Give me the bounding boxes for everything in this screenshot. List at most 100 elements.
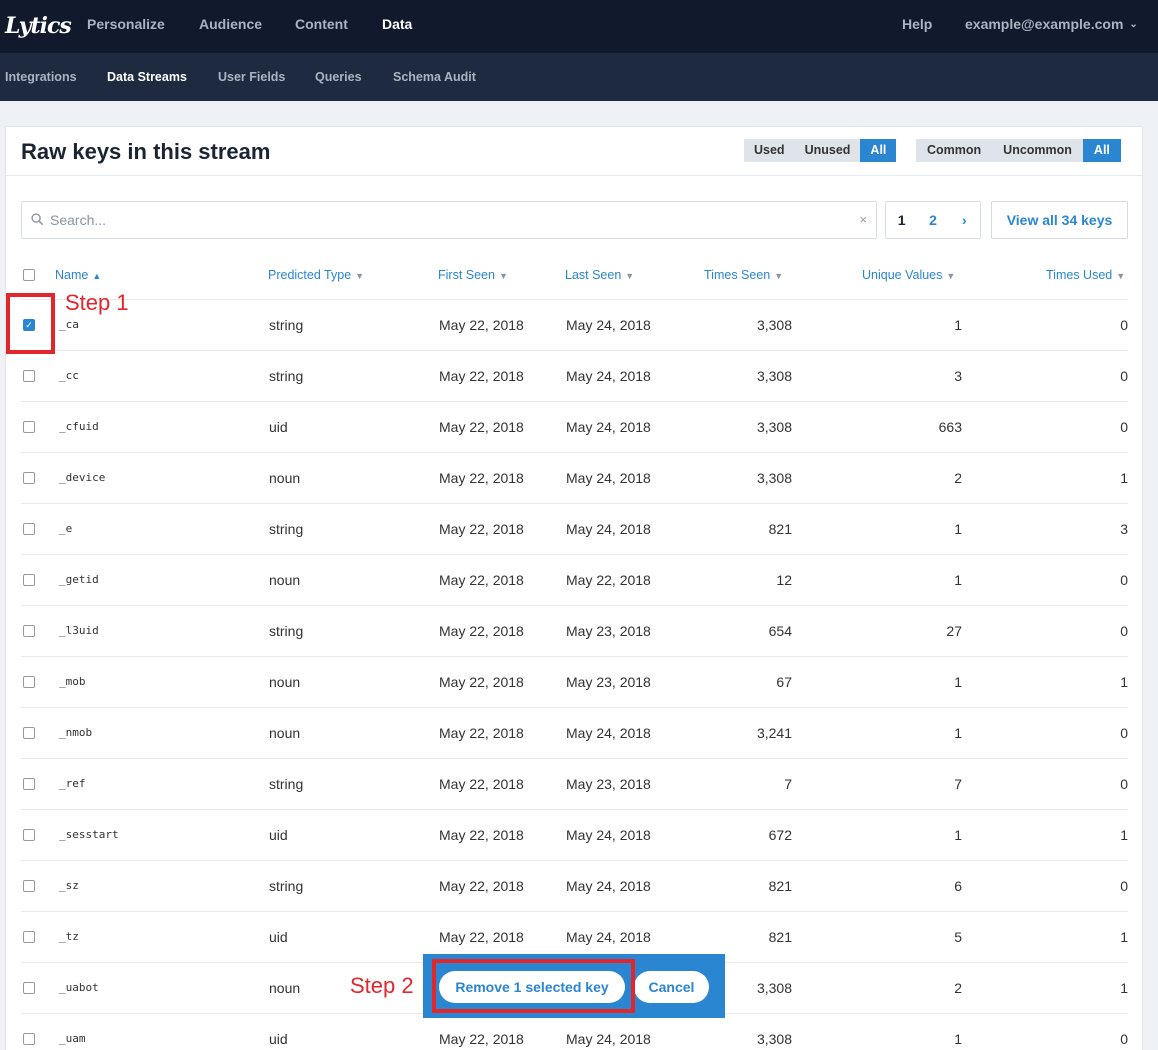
filter-uncommon-button[interactable]: Uncommon — [992, 139, 1083, 162]
col-unique-values[interactable]: Unique Values ▼ — [862, 268, 955, 282]
row-checkbox[interactable] — [23, 523, 35, 535]
row-type: noun — [269, 572, 301, 588]
row-times-used: 0 — [1120, 317, 1128, 333]
nav-audience[interactable]: Audience — [199, 0, 262, 53]
page-1-button[interactable]: 1 — [886, 202, 917, 238]
table-row[interactable]: _uam uid May 22, 2018 May 24, 2018 3,308 1 0 — [21, 1014, 1128, 1050]
row-times-used: 1 — [1120, 929, 1128, 945]
row-type: noun — [269, 470, 301, 486]
nav-personalize[interactable]: Personalize — [87, 0, 165, 53]
row-type: noun — [269, 725, 301, 741]
row-type: uid — [269, 827, 288, 843]
row-unique-values: 1 — [954, 521, 962, 537]
row-checkbox[interactable] — [23, 472, 35, 484]
clear-search-icon[interactable]: × — [859, 212, 867, 227]
lytics-logo[interactable]: Lytics — [5, 9, 72, 43]
cancel-button[interactable]: Cancel — [634, 971, 709, 1003]
sub-nav: Integrations Data Streams User Fields Qu… — [0, 53, 1158, 101]
row-name: _ref — [59, 777, 86, 790]
row-checkbox[interactable] — [23, 727, 35, 739]
row-name: _getid — [59, 573, 99, 586]
row-checkbox[interactable] — [23, 1033, 35, 1045]
row-name: _tz — [59, 930, 79, 943]
row-type: string — [269, 776, 304, 792]
filter-used-button[interactable]: Used — [744, 139, 795, 162]
table-row[interactable]: _l3uid string May 22, 2018 May 23, 2018 654 2… — [21, 606, 1128, 657]
step-2-highlight — [432, 959, 635, 1013]
col-predicted-type-label: Predicted Type — [268, 268, 352, 282]
row-unique-values: 1 — [954, 1031, 962, 1047]
view-all-keys-button[interactable]: View all 34 keys — [991, 201, 1128, 239]
subnav-schema-audit[interactable]: Schema Audit — [393, 53, 476, 101]
row-last-seen: May 24, 2018 — [566, 827, 651, 843]
search-input[interactable] — [50, 210, 830, 230]
row-first-seen: May 22, 2018 — [439, 521, 524, 537]
search-box: × — [21, 201, 877, 239]
row-checkbox[interactable] — [23, 982, 35, 994]
search-icon — [31, 213, 44, 226]
table-row[interactable]: ✓ _ca string May 22, 2018 May 24, 2018 3,308 1… — [21, 300, 1128, 351]
table-row[interactable]: _e string May 22, 2018 May 24, 2018 821 1 3 — [21, 504, 1128, 555]
row-checkbox[interactable] — [23, 931, 35, 943]
row-times-used: 0 — [1120, 776, 1128, 792]
row-unique-values: 1 — [954, 674, 962, 690]
row-checkbox[interactable] — [23, 370, 35, 382]
row-checkbox[interactable] — [23, 574, 35, 586]
col-predicted-type[interactable]: Predicted Type ▼ — [268, 268, 364, 282]
row-first-seen: May 22, 2018 — [439, 827, 524, 843]
subnav-user-fields[interactable]: User Fields — [218, 53, 285, 101]
row-checkbox[interactable] — [23, 778, 35, 790]
filter-usage-all-button[interactable]: All — [860, 139, 897, 162]
table-row[interactable]: _mob noun May 22, 2018 May 23, 2018 67 1 1 — [21, 657, 1128, 708]
table-row[interactable]: _cfuid uid May 22, 2018 May 24, 2018 3,308 66… — [21, 402, 1128, 453]
table-row[interactable]: _getid noun May 22, 2018 May 22, 2018 12 1 0 — [21, 555, 1128, 606]
row-type: string — [269, 521, 304, 537]
col-unique-values-label: Unique Values — [862, 268, 943, 282]
col-first-seen-label: First Seen — [438, 268, 495, 282]
row-checkbox[interactable] — [23, 421, 35, 433]
nav-help[interactable]: Help — [902, 0, 932, 53]
col-last-seen[interactable]: Last Seen ▼ — [565, 268, 634, 282]
row-checkbox[interactable] — [23, 880, 35, 892]
row-checkbox[interactable] — [23, 676, 35, 688]
nav-content[interactable]: Content — [295, 0, 348, 53]
row-times-used: 0 — [1120, 419, 1128, 435]
row-checkbox[interactable] — [23, 829, 35, 841]
row-type: string — [269, 878, 304, 894]
subnav-data-streams[interactable]: Data Streams — [107, 53, 187, 101]
row-times-seen: 3,308 — [756, 317, 792, 333]
next-page-icon[interactable]: › — [949, 202, 980, 238]
row-name: _l3uid — [59, 624, 99, 637]
page-2-button[interactable]: 2 — [917, 202, 948, 238]
table-row[interactable]: _sz string May 22, 2018 May 24, 2018 821 6 0 — [21, 861, 1128, 912]
table-row[interactable]: _device noun May 22, 2018 May 24, 2018 3,308… — [21, 453, 1128, 504]
row-unique-values: 1 — [954, 827, 962, 843]
row-unique-values: 3 — [954, 368, 962, 384]
filter-unused-button[interactable]: Unused — [794, 139, 861, 162]
table-row[interactable]: _sesstart uid May 22, 2018 May 24, 2018 672 1… — [21, 810, 1128, 861]
subnav-queries[interactable]: Queries — [315, 53, 362, 101]
top-nav: Lytics Personalize Audience Content Data… — [0, 0, 1158, 53]
col-first-seen[interactable]: First Seen ▼ — [438, 268, 508, 282]
row-times-seen: 7 — [784, 776, 792, 792]
row-last-seen: May 24, 2018 — [566, 317, 651, 333]
table-row[interactable]: _nmob noun May 22, 2018 May 24, 2018 3,241 1 0 — [21, 708, 1128, 759]
col-times-used[interactable]: Times Used ▼ — [1046, 268, 1125, 282]
filter-common-button[interactable]: Common — [916, 139, 993, 162]
account-menu[interactable]: example@example.com ⌄ — [965, 0, 1138, 53]
select-all-checkbox[interactable] — [23, 269, 35, 281]
col-times-seen-label: Times Seen — [704, 268, 771, 282]
table-row[interactable]: _ref string May 22, 2018 May 23, 2018 7 7 0 — [21, 759, 1128, 810]
row-checkbox[interactable] — [23, 625, 35, 637]
col-times-seen[interactable]: Times Seen ▼ — [704, 268, 783, 282]
subnav-integrations[interactable]: Integrations — [5, 53, 77, 101]
table-row[interactable]: _cc string May 22, 2018 May 24, 2018 3,308 3 0 — [21, 351, 1128, 402]
row-times-used: 1 — [1120, 674, 1128, 690]
chevron-down-icon: ⌄ — [1129, 19, 1138, 31]
col-name[interactable]: Name ▲ — [55, 268, 101, 282]
nav-data[interactable]: Data — [382, 0, 412, 53]
filter-commonality-all-button[interactable]: All — [1082, 139, 1121, 162]
sort-up-icon: ▲ — [92, 271, 102, 281]
row-last-seen: May 23, 2018 — [566, 674, 651, 690]
row-times-used: 0 — [1120, 623, 1128, 639]
